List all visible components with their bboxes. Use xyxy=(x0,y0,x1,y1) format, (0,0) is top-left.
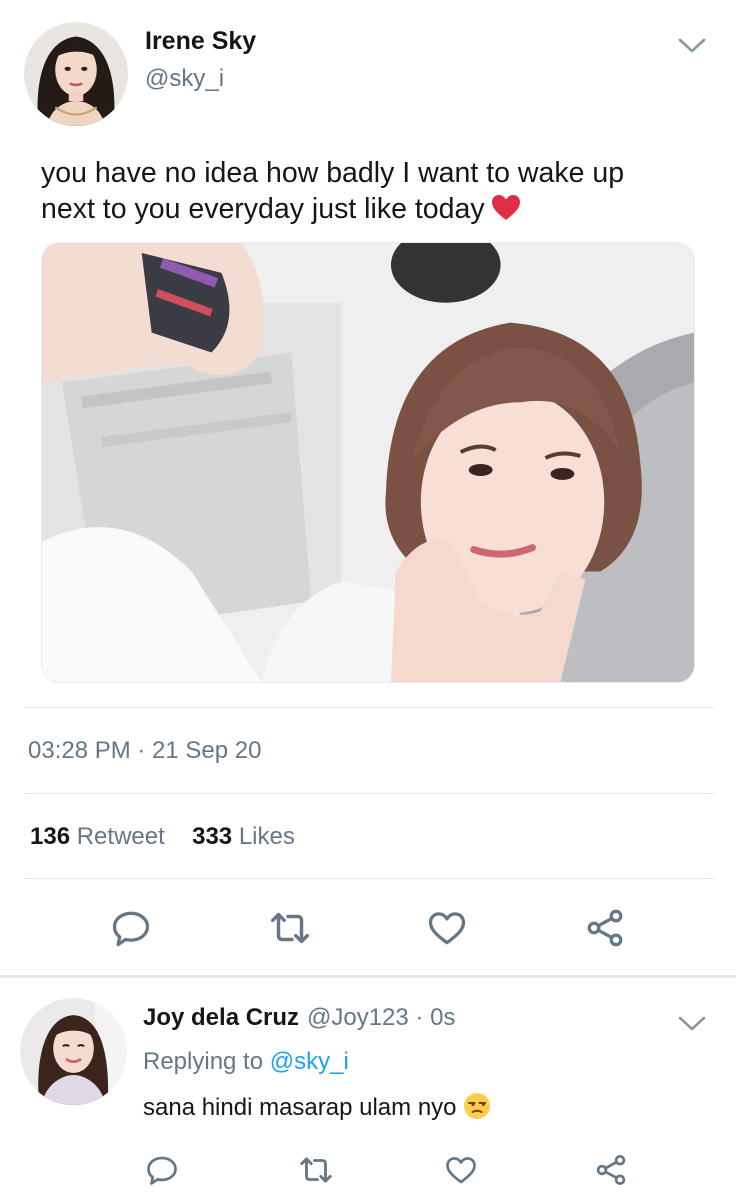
retweet-count[interactable]: 136 xyxy=(30,823,70,850)
divider xyxy=(24,707,714,708)
unamused-face-icon xyxy=(463,1092,491,1120)
like-label[interactable]: Likes xyxy=(239,823,295,850)
divider xyxy=(24,793,714,794)
reply-author-meta[interactable]: @Joy123 · 0s xyxy=(307,1004,455,1032)
chevron-down-icon[interactable] xyxy=(677,36,707,56)
reply-text-content: sana hindi masarap ulam nyo xyxy=(143,1094,457,1121)
tweet-text-content: you have no idea how badly I want to wak… xyxy=(41,157,625,225)
reply-icon[interactable] xyxy=(144,1150,180,1190)
section-divider xyxy=(0,975,736,978)
retweet-icon[interactable] xyxy=(296,1150,336,1190)
tweet-timestamp[interactable]: 03:28 PM · 21 Sep 20 xyxy=(28,737,261,765)
retweet-icon[interactable] xyxy=(262,904,318,952)
author-avatar[interactable] xyxy=(24,22,128,126)
reply-author-name[interactable]: Joy dela Cruz xyxy=(143,1004,299,1032)
replying-prefix: Replying to xyxy=(143,1048,264,1075)
tweet-media-image[interactable] xyxy=(41,242,695,683)
replying-to: Replying to @sky_i xyxy=(143,1048,349,1076)
author-name[interactable]: Irene Sky xyxy=(145,27,256,56)
like-count[interactable]: 333 xyxy=(192,823,232,850)
replying-handle-link[interactable]: @sky_i xyxy=(270,1048,349,1075)
reply-text: sana hindi masarap ulam nyo xyxy=(143,1092,491,1122)
red-heart-icon xyxy=(491,194,521,221)
like-icon[interactable] xyxy=(422,904,472,952)
divider xyxy=(24,878,714,879)
tweet-text: you have no idea how badly I want to wak… xyxy=(41,155,681,227)
chevron-down-icon[interactable] xyxy=(677,1014,707,1034)
reply-author-avatar[interactable] xyxy=(20,998,127,1105)
main-tweet: Irene Sky @sky_i you have no idea how ba… xyxy=(0,0,736,975)
share-icon[interactable] xyxy=(592,1150,630,1190)
reply-icon[interactable] xyxy=(106,904,156,952)
author-handle[interactable]: @sky_i xyxy=(145,65,224,93)
tweet-stats: 136 Retweet 333 Likes xyxy=(30,823,295,851)
like-icon[interactable] xyxy=(442,1150,480,1190)
retweet-label[interactable]: Retweet xyxy=(77,823,165,850)
share-icon[interactable] xyxy=(580,904,630,952)
